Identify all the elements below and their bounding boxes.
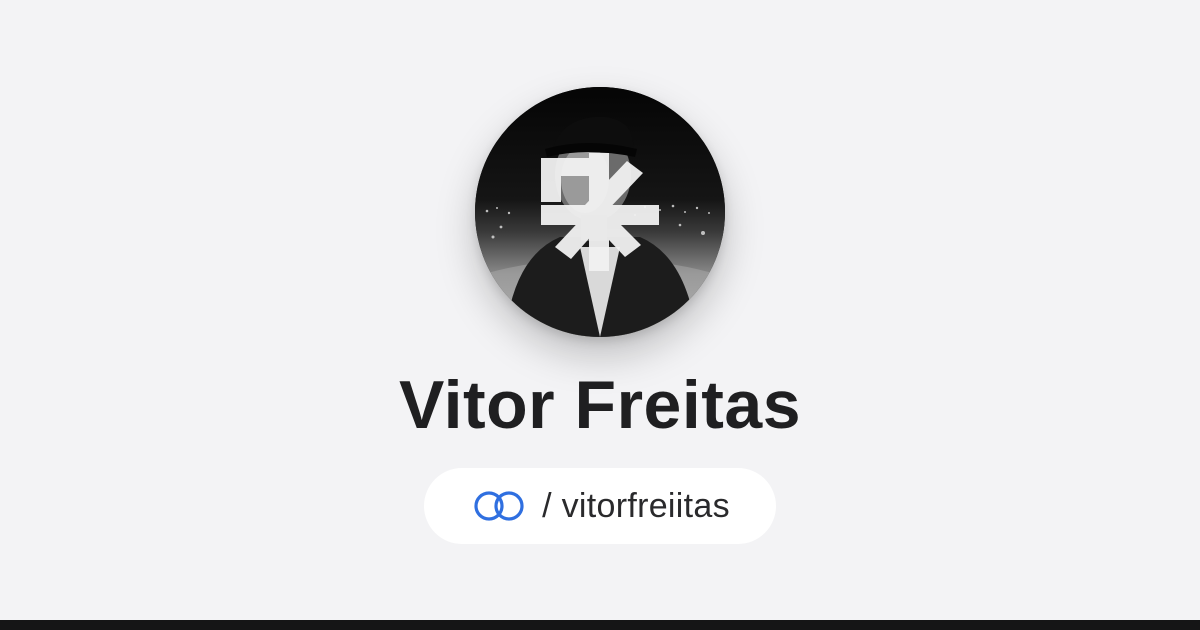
linked-rings-icon [470,488,530,524]
avatar [475,87,725,337]
bottom-bar [0,620,1200,630]
handle-username: vitorfreiitas [561,486,730,525]
avatar-photo [475,87,725,337]
profile-card: Vitor Freitas / vitorfreiitas [0,0,1200,630]
handle-text: / vitorfreiitas [542,487,730,526]
handle-separator: / [542,486,552,525]
handle-pill[interactable]: / vitorfreiitas [424,468,776,544]
profile-name: Vitor Freitas [398,367,802,443]
